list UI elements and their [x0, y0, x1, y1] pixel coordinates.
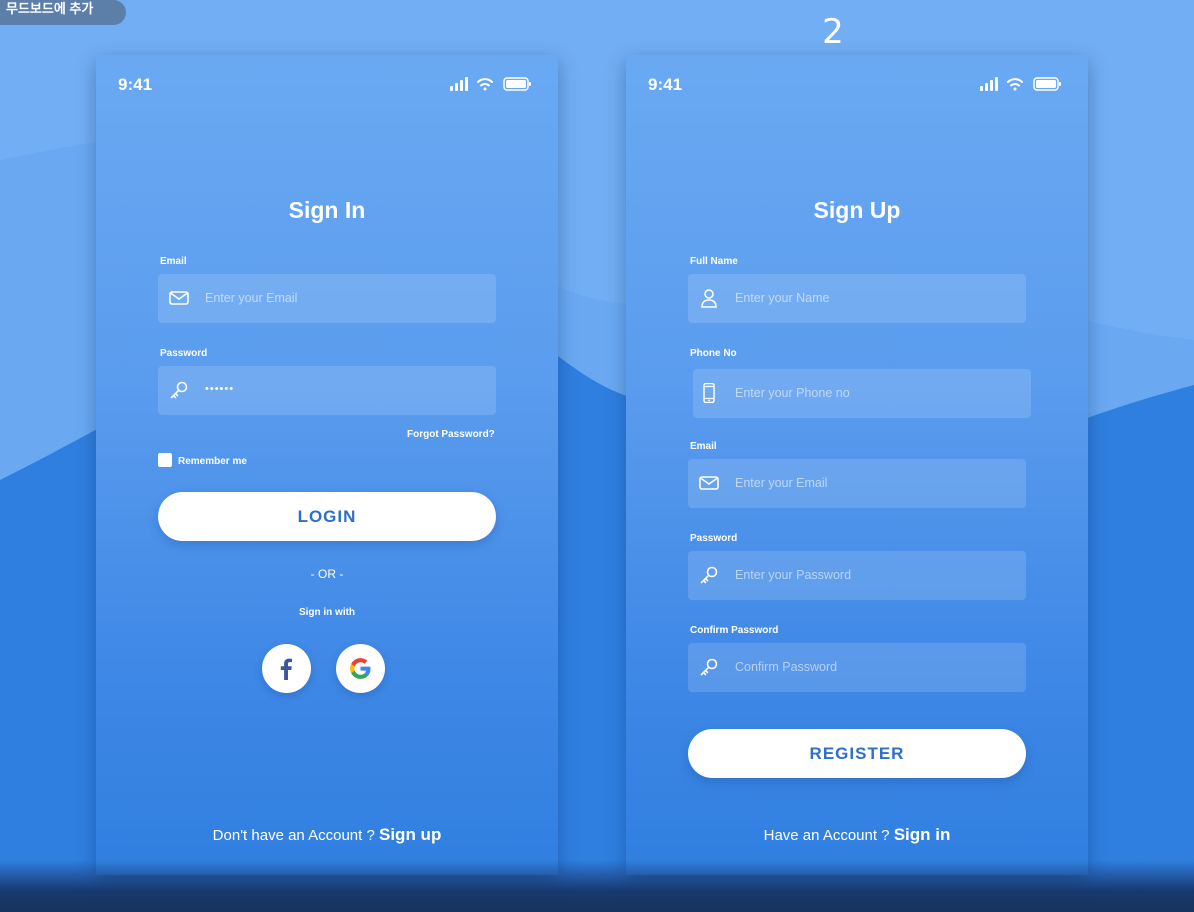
mail-icon: [699, 476, 719, 490]
password-placeholder: Enter your Password: [735, 568, 852, 582]
page-number: 2: [822, 12, 844, 52]
email-label: Email: [160, 256, 187, 267]
remember-me-checkbox[interactable]: [158, 453, 172, 467]
key-icon: [170, 381, 188, 399]
email-field[interactable]: Enter your Email: [158, 274, 496, 323]
sign-in-link[interactable]: Sign in: [894, 825, 951, 844]
confirm-password-label: Confirm Password: [690, 625, 779, 636]
facebook-icon: [280, 658, 292, 680]
confirm-password-field[interactable]: Confirm Password: [688, 643, 1026, 692]
status-icons: [450, 77, 532, 91]
sign-up-footer: Don't have an Account ? Sign up: [96, 825, 558, 845]
email-label: Email: [690, 441, 717, 452]
bottom-shadow: [0, 860, 1194, 912]
mail-icon: [169, 291, 189, 305]
status-icons: [980, 77, 1062, 91]
phone-field[interactable]: Enter your Phone no: [693, 369, 1031, 418]
footer-prompt: Have an Account ?: [763, 827, 890, 844]
status-time: 9:41: [648, 75, 683, 94]
battery-icon: [503, 77, 531, 91]
signal-icon: [980, 77, 998, 91]
email-field[interactable]: Enter your Email: [688, 459, 1026, 508]
wifi-icon: [1007, 78, 1023, 91]
confirm-password-placeholder: Confirm Password: [735, 660, 838, 674]
login-button[interactable]: LOGIN: [158, 492, 496, 541]
google-icon: [350, 658, 371, 679]
facebook-button[interactable]: [262, 644, 311, 693]
phone-label: Phone No: [690, 348, 737, 359]
sign-in-with-label: Sign in with: [298, 607, 356, 618]
wifi-icon: [477, 78, 493, 91]
user-icon: [701, 289, 717, 308]
password-field[interactable]: ••••••: [158, 366, 496, 415]
password-label: Password: [160, 348, 208, 359]
page-title: Sign In: [288, 197, 366, 223]
footer-prompt: Don't have an Account ?: [212, 827, 375, 844]
password-label: Password: [690, 533, 738, 544]
register-button[interactable]: REGISTER: [688, 729, 1026, 778]
fullname-placeholder: Enter your Name: [735, 291, 830, 305]
sign-in-footer: Have an Account ? Sign in: [626, 825, 1088, 845]
page-title: Sign Up: [813, 197, 901, 223]
phone-placeholder: Enter your Phone no: [735, 386, 850, 400]
status-time: 9:41: [118, 75, 153, 94]
battery-icon: [1033, 77, 1061, 91]
remember-me-label: Remember me: [178, 456, 247, 467]
password-field[interactable]: Enter your Password: [688, 551, 1026, 600]
signal-icon: [450, 77, 468, 91]
sign-up-screen: 9:41 Sign Up Full Name Enter your Name P…: [626, 55, 1088, 875]
fullname-label: Full Name: [690, 256, 738, 267]
sign-in-screen: 9:41 Sign In Email Enter your Email Pass…: [96, 55, 558, 875]
email-placeholder: Enter your Email: [205, 291, 298, 305]
or-divider: - OR -: [310, 567, 344, 581]
key-icon: [700, 658, 718, 676]
phone-icon: [703, 383, 715, 403]
fullname-field[interactable]: Enter your Name: [688, 274, 1026, 323]
email-placeholder: Enter your Email: [735, 476, 828, 490]
sign-up-link[interactable]: Sign up: [379, 825, 441, 844]
google-button[interactable]: [336, 644, 385, 693]
forgot-password-link[interactable]: Forgot Password?: [407, 429, 495, 440]
password-value: ••••••: [205, 383, 235, 395]
key-icon: [700, 566, 718, 584]
add-to-moodboard-button[interactable]: 무드보드에 추가: [0, 0, 126, 25]
